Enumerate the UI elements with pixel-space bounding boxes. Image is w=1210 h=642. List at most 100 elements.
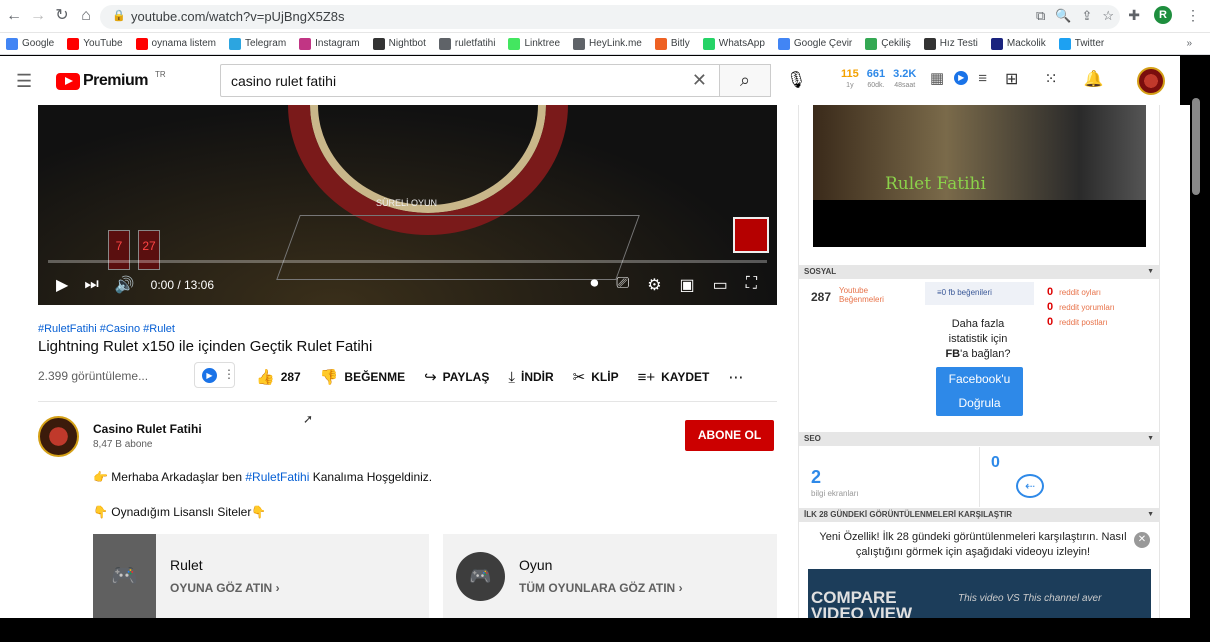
share-button[interactable]: ↪ PAYLAŞ — [424, 368, 489, 386]
facebook-verify-button[interactable]: Facebook'u Doğrula — [936, 367, 1023, 416]
chrome-menu-icon[interactable]: ⋮ — [1186, 7, 1200, 24]
microphone-icon[interactable]: 🎙 — [786, 70, 806, 90]
bookmark-item[interactable]: Hız Testi — [923, 37, 978, 50]
more-actions-button[interactable]: ⋯ — [728, 368, 743, 386]
bookmark-item[interactable]: Google — [6, 37, 54, 50]
social-section-header[interactable]: SOSYAL — [799, 265, 1160, 279]
miniplayer-icon[interactable]: ▣ — [680, 275, 695, 295]
reddit-label: reddit yorumları — [1059, 303, 1115, 312]
description-text: Kanalıma Hoşgeldiniz. — [309, 470, 433, 484]
bookmark-item[interactable]: Google Çevir — [777, 37, 852, 50]
bookmark-item[interactable]: Twitter — [1058, 37, 1104, 50]
forward-icon[interactable]: → — [28, 6, 48, 26]
extension-button[interactable]: ▶ ⋮ — [194, 362, 235, 388]
like-button[interactable]: 👍 287 — [256, 368, 301, 386]
button-text: Facebook'u — [948, 372, 1011, 386]
reload-icon[interactable]: ↻ — [52, 6, 72, 26]
page-scrollbar[interactable] — [1192, 98, 1200, 195]
multiplier-number: 27 — [138, 230, 160, 270]
card-link[interactable]: OYUNA GÖZ ATIN › — [170, 581, 280, 595]
list-icon[interactable]: ≡ — [978, 70, 987, 87]
dislike-button[interactable]: 👎 BEĞENME — [320, 368, 405, 386]
search-icon: ⌕ — [739, 70, 751, 90]
progress-bar[interactable] — [48, 260, 767, 263]
settings-gear-icon[interactable]: ⚙ — [647, 275, 661, 295]
download-button[interactable]: ⤓ İNDİR — [508, 369, 553, 386]
address-bar[interactable]: 🔒 youtube.com/watch?v=pUjBngX5Z8s ⧉ 🔍 ⇪ … — [100, 5, 1120, 29]
close-icon[interactable]: ✕ — [1134, 532, 1150, 548]
profile-avatar[interactable]: R — [1154, 6, 1172, 24]
thumbs-down-icon: 👎 — [319, 369, 339, 386]
menu-icon[interactable]: ☰ — [16, 71, 32, 92]
theater-mode-icon[interactable]: ▭ — [713, 275, 728, 295]
bookmark-label: WhatsApp — [718, 38, 765, 49]
home-icon[interactable]: ⌂ — [76, 6, 96, 26]
youtube-premium-logo[interactable]: Premium TR — [56, 70, 166, 90]
view-count[interactable]: 2.399 görüntüleme... — [38, 369, 148, 383]
volume-icon[interactable]: 🔊 — [115, 275, 135, 295]
bookmark-favicon-icon — [6, 37, 18, 50]
video-player[interactable]: SÜRELİ OYUN 7 27 ▶ ⏭ 🔊 0:00 / 13:06 ⏺ ⎚ … — [38, 105, 777, 305]
channel-banner: Rulet Fatihi — [813, 105, 1146, 247]
subscribe-button[interactable]: ABONE OL — [685, 420, 774, 451]
bookmark-item[interactable]: HeyLink.me — [573, 37, 642, 50]
bookmark-item[interactable]: WhatsApp — [702, 37, 765, 50]
autoplay-toggle-icon[interactable]: ⏺ — [590, 275, 598, 295]
game-card-oyun[interactable]: 🎮 Oyun TÜM OYUNLARA GÖZ ATIN › — [443, 534, 777, 618]
bookmark-label: ruletfatihi — [454, 38, 496, 49]
bookmark-item[interactable]: Çekiliş — [865, 37, 911, 50]
clip-button[interactable]: ✂ KLİP — [573, 368, 619, 386]
hashtags[interactable]: #RuletFatihi #Casino #Rulet — [38, 323, 175, 335]
game-card-rulet[interactable]: 🎮 Rulet OYUNA GÖZ ATIN › — [93, 534, 429, 618]
bookmark-item[interactable]: Instagram — [299, 37, 360, 50]
compare-section-header[interactable]: İLK 28 GÜNDEKİ GÖRÜNTÜLENMELERİ KARŞILAŞ… — [799, 508, 1160, 522]
bookmark-item[interactable]: ruletfatihi — [438, 37, 496, 50]
more-bookmarks-icon[interactable]: » — [1186, 38, 1192, 49]
bookmark-item[interactable]: Mackolik — [990, 37, 1046, 50]
vidiq-icon[interactable]: ▶ — [954, 71, 969, 85]
playlist-add-icon: ≡+ — [637, 368, 656, 386]
back-icon[interactable]: ← — [4, 6, 24, 26]
search-button[interactable]: ⌕ — [719, 64, 771, 97]
seo-zero-count: 0 — [991, 454, 1000, 471]
create-video-icon[interactable]: ⊞ — [1005, 69, 1018, 89]
prompt-text: Daha fazla — [951, 318, 1005, 330]
bookmark-item[interactable]: YouTube — [67, 37, 123, 50]
channel-avatar[interactable] — [38, 416, 79, 457]
next-icon[interactable]: ⏭ — [84, 276, 98, 294]
bookmark-item[interactable]: Linktree — [508, 37, 560, 50]
account-avatar[interactable] — [1137, 67, 1165, 95]
share-icon[interactable]: ⇪ — [1081, 8, 1092, 24]
bookmark-label: Çekiliş — [881, 38, 911, 49]
channel-watermark — [733, 217, 769, 253]
description-line: 👉 Merhaba Arkadaşlar ben #RuletFatihi Ka… — [93, 470, 432, 484]
search-input[interactable]: casino rulet fatihi ✕ — [220, 64, 720, 97]
bookmark-item[interactable]: Bitly — [654, 37, 690, 50]
bookmark-label: HeyLink.me — [589, 38, 642, 49]
clear-search-icon[interactable]: ✕ — [692, 70, 707, 91]
card-link[interactable]: TÜM OYUNLARA GÖZ ATIN › — [519, 581, 683, 595]
extensions-icon[interactable]: ✚ — [1128, 7, 1140, 24]
save-button[interactable]: ≡+ KAYDET — [638, 369, 710, 386]
bookmark-label: Bitly — [670, 38, 690, 49]
description-hashtag-link[interactable]: #RuletFatihi — [245, 470, 309, 484]
watch-page: SÜRELİ OYUN 7 27 ▶ ⏭ 🔊 0:00 / 13:06 ⏺ ⎚ … — [0, 105, 1190, 618]
bookmark-item[interactable]: Nightbot — [372, 37, 426, 50]
bookmark-star-icon[interactable]: ☆ — [1102, 8, 1114, 24]
apps-grid-icon[interactable]: ⁙ — [1044, 69, 1057, 89]
seo-section-header[interactable]: SEO — [799, 432, 1160, 446]
compare-tutorial-video[interactable]: COMPARE VIDEO VIEW VELOCITY This video V… — [808, 569, 1151, 618]
notifications-bell-icon[interactable]: 🔔 — [1084, 69, 1104, 89]
play-icon[interactable]: ▶ — [56, 275, 68, 295]
seo-count-label: bilgi ekranları — [811, 489, 859, 498]
zoom-icon[interactable]: 🔍 — [1055, 8, 1071, 24]
channel-name[interactable]: Casino Rulet Fatihi — [93, 422, 202, 436]
open-in-new-icon[interactable]: ⧉ — [1036, 8, 1045, 24]
bookmark-item[interactable]: oynama listem — [135, 37, 216, 50]
subtitles-icon[interactable]: ⎚ — [616, 275, 629, 295]
roulette-table-graphic — [276, 215, 640, 280]
stats-chart-icon[interactable]: ▦ — [930, 69, 944, 87]
clip-label: KLİP — [591, 370, 619, 384]
fullscreen-icon[interactable]: ⛶ — [746, 275, 757, 295]
bookmark-item[interactable]: Telegram — [229, 37, 286, 50]
